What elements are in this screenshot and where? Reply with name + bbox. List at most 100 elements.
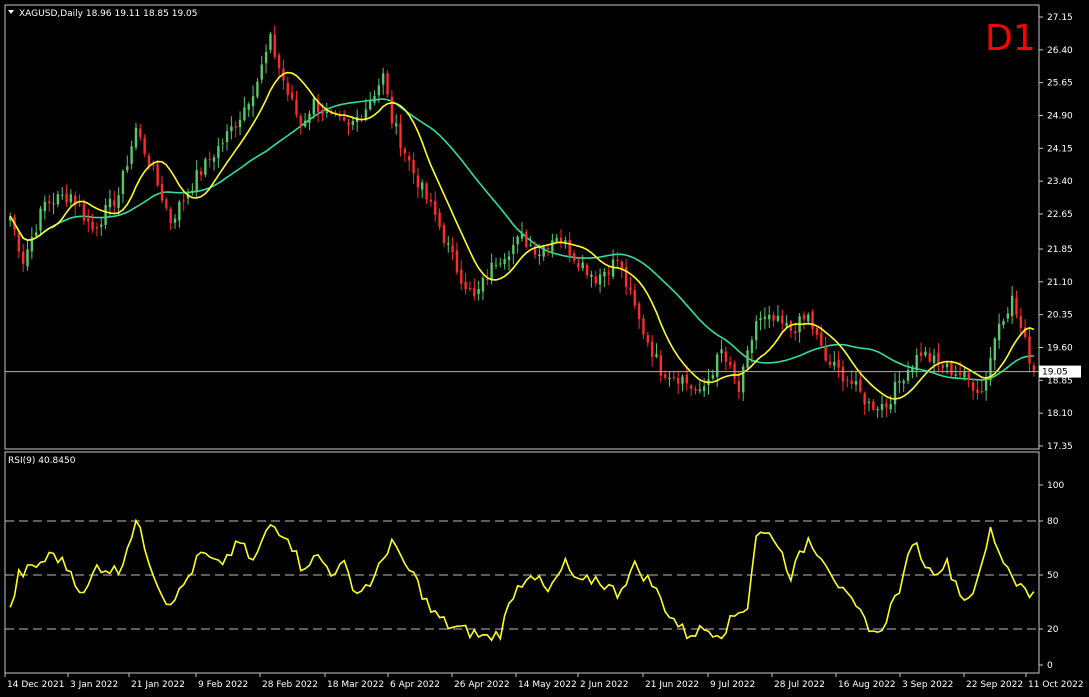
rsi-axis: 100 80 50 20 0 [5, 481, 1064, 671]
candle-body [429, 199, 433, 202]
time-tick-label: 2 Jun 2022 [580, 680, 628, 690]
candle-body [538, 254, 541, 257]
candle-body [941, 364, 944, 369]
candle-body [833, 361, 836, 366]
candle [208, 151, 211, 168]
candle [919, 342, 923, 362]
candle [30, 227, 34, 260]
price-tick-label: 26.40 [1047, 46, 1073, 56]
candle-body [898, 381, 901, 383]
candle-body [338, 115, 342, 117]
candle [273, 25, 276, 60]
candle-body [78, 204, 81, 206]
candle [872, 399, 875, 411]
candle-body [846, 379, 849, 381]
candle [390, 90, 394, 129]
candle [264, 44, 268, 74]
candle-body [126, 166, 129, 171]
candle [121, 169, 125, 203]
candle [368, 91, 372, 112]
candle [750, 336, 754, 363]
candle-body [481, 277, 485, 292]
candle-body [251, 96, 255, 107]
candle-body [859, 379, 862, 392]
candle [867, 398, 871, 412]
candle [421, 179, 424, 199]
candle-body [724, 351, 728, 362]
candle [503, 253, 506, 270]
candle-body [117, 195, 120, 208]
candle [143, 134, 146, 157]
candle [256, 77, 259, 99]
candle [542, 244, 545, 261]
candle [130, 140, 133, 170]
candle [585, 263, 589, 279]
candle-body [499, 263, 502, 265]
candle [598, 268, 602, 293]
candle-body [299, 116, 302, 126]
candle [382, 67, 385, 95]
candle-body [850, 380, 853, 384]
candle [776, 305, 780, 323]
candle-body [390, 96, 394, 124]
candle [789, 319, 793, 338]
candle [971, 378, 975, 400]
candle [355, 109, 359, 132]
candle [52, 192, 55, 215]
candle [746, 345, 749, 370]
candle-body [303, 120, 307, 127]
candle-body [737, 380, 741, 392]
candle [56, 190, 60, 208]
candle [117, 187, 120, 215]
candle [715, 352, 719, 387]
candle [395, 114, 398, 135]
candle-body [746, 350, 749, 368]
candle [260, 55, 263, 84]
candle-body [1010, 295, 1014, 316]
symbol-header[interactable]: XAGUSD,Daily 18.96 19.11 18.85 19.05 [8, 9, 198, 19]
candle-body [199, 171, 203, 175]
rsi-line [9, 518, 1035, 642]
candle-body [35, 232, 38, 236]
candle-body [182, 200, 185, 202]
candle-body [984, 377, 988, 391]
candle-body [577, 262, 580, 268]
candle-body [815, 327, 819, 335]
candle [173, 214, 177, 229]
candle [1019, 307, 1023, 336]
candle-body [807, 314, 810, 322]
time-tick-label: 21 Jan 2022 [131, 680, 185, 690]
candle [924, 346, 927, 358]
candle-body [950, 362, 953, 376]
candle [87, 208, 90, 233]
candle [429, 192, 433, 207]
time-tick-label: 26 Apr 2022 [454, 680, 510, 690]
candle [932, 348, 936, 372]
candle [460, 260, 463, 290]
candle-body [607, 272, 610, 275]
candle [898, 371, 901, 394]
candle-body [178, 201, 181, 221]
candle-body [364, 109, 368, 120]
candle-body [932, 355, 936, 363]
candle-body [277, 54, 281, 69]
candle [815, 326, 819, 340]
dropdown-triangle-icon[interactable] [8, 10, 14, 14]
candle-body [911, 367, 914, 372]
candle [108, 189, 112, 216]
candle-body [924, 351, 927, 356]
candle-body [165, 199, 168, 208]
candle-body [269, 34, 272, 50]
candle [724, 346, 728, 371]
candle [455, 242, 459, 275]
candle [802, 311, 806, 330]
candle-body [39, 208, 42, 231]
candle [993, 337, 996, 370]
candle [316, 93, 320, 123]
price-tick-label: 21.85 [1047, 245, 1073, 255]
candle [303, 112, 307, 128]
candle-body [781, 315, 784, 324]
candle [689, 383, 693, 396]
candle [21, 243, 25, 272]
candle-body [685, 374, 689, 384]
